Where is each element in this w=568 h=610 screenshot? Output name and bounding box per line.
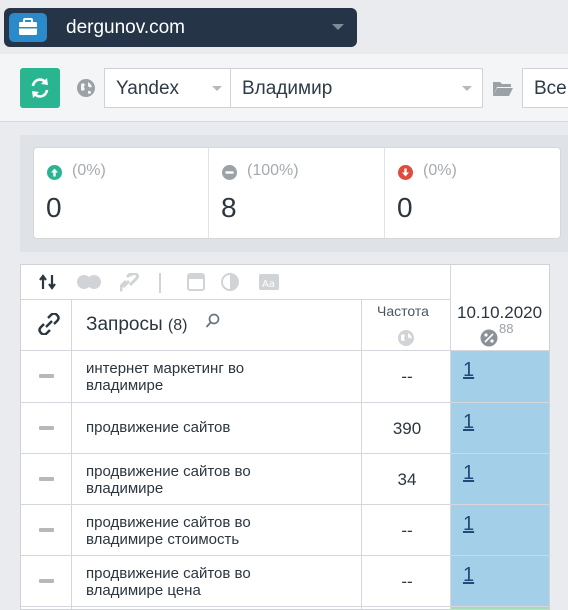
search-engine-value: Yandex — [116, 78, 180, 99]
globe-icon — [76, 78, 96, 103]
frequency-cell: 390 — [392, 419, 422, 438]
percent-icon — [480, 329, 498, 352]
keyword-line: продвижение сайтов во — [86, 565, 251, 582]
contrast-icon[interactable] — [221, 273, 239, 296]
svg-text:Aa: Aa — [262, 279, 275, 290]
date-column-header[interactable]: 10.10.2020 — [457, 303, 542, 323]
keyword-line: продвижение сайтов во — [86, 514, 251, 531]
arrow-up-icon — [47, 165, 62, 185]
sort-icon[interactable] — [39, 274, 57, 295]
frequency-cell: 34 — [397, 470, 417, 489]
search-icon[interactable] — [205, 313, 221, 334]
position-link[interactable]: 1 — [463, 462, 474, 485]
keyword-line: интернет маркетинг во — [86, 360, 245, 377]
refresh-icon — [31, 78, 49, 98]
refresh-button[interactable] — [20, 68, 60, 108]
stat-up: (0%) 0 — [34, 148, 209, 238]
keyword-line: владимире — [86, 377, 164, 394]
stats-card: (0%) 0 (100%) 8 (0%) 0 — [33, 147, 561, 239]
region-select[interactable]: Владимир — [230, 68, 483, 108]
keyword-cell: продвижение сайтов — [86, 419, 271, 436]
link-icon[interactable] — [119, 271, 142, 298]
link-icon[interactable] — [38, 312, 60, 341]
keyword-line: владимире цена — [86, 582, 201, 599]
position-link[interactable]: 1 — [463, 411, 474, 434]
text-size-icon[interactable]: Aa — [258, 273, 280, 296]
stats-panel: (0%) 0 (100%) 8 (0%) 0 — [20, 135, 568, 252]
stat-value: 0 — [46, 192, 62, 223]
toolbar: Yandex Владимир Все — [0, 54, 568, 122]
chevron-down-icon — [462, 86, 472, 91]
project-selector[interactable]: dergunov.com — [4, 8, 357, 47]
table-row[interactable]: продвижение сайтов во владимире цена -- … — [21, 556, 549, 607]
chevron-down-icon[interactable] — [332, 24, 344, 30]
keyword-line: владимире стоимость — [86, 531, 240, 548]
stat-value: 0 — [397, 192, 413, 223]
chevron-down-icon — [212, 86, 222, 91]
keyword-cell: интернет маркетинг во владимире — [86, 360, 271, 394]
stat-percent: (100%) — [247, 162, 299, 179]
stat-value: 8 — [221, 192, 237, 223]
table-tools: Aa — [21, 265, 451, 299]
arrow-down-icon — [398, 165, 413, 185]
frequency-header[interactable]: Частота — [377, 303, 429, 319]
no-change-icon — [39, 374, 54, 378]
frequency-cell: -- — [401, 572, 413, 591]
table-icon[interactable] — [187, 273, 205, 296]
queries-count: (8) — [167, 317, 188, 334]
keyword-cell: продвижение сайтов во владимире цена — [86, 565, 271, 599]
minus-icon — [222, 165, 237, 185]
table-row[interactable]: продвижение сайтов во владимире стоимост… — [21, 505, 549, 556]
region-value: Владимир — [242, 78, 333, 99]
position-link[interactable]: 1 — [463, 359, 474, 382]
globe-icon — [397, 329, 415, 352]
stat-down: (0%) 0 — [385, 148, 561, 238]
date-sub-value: 88 — [499, 321, 514, 336]
queries-label: Запросы — [86, 314, 163, 335]
search-engine-select[interactable]: Yandex — [104, 68, 231, 108]
stat-percent: (0%) — [72, 162, 106, 179]
top-bar: dergunov.com — [0, 0, 568, 54]
position-link[interactable]: 1 — [463, 564, 474, 587]
stat-percent: (0%) — [423, 162, 457, 179]
table-row[interactable]: продвижение сайтов во владимире 34 1 — [21, 454, 549, 505]
positions-table: Aa Запросы (8) Частота 10.10.2020 88 инт… — [20, 264, 550, 610]
table-row[interactable]: интернет маркетинг во владимире -- 1 — [21, 351, 549, 402]
toolbar-divider — [159, 273, 161, 293]
group-select[interactable]: Все — [522, 68, 568, 108]
no-change-icon — [39, 528, 54, 532]
no-change-icon — [39, 426, 54, 430]
position-link[interactable]: 1 — [463, 513, 474, 536]
stat-same: (100%) 8 — [209, 148, 385, 238]
table-row[interactable]: продвижение сайтов 390 1 — [21, 403, 549, 454]
keyword-cell: продвижение сайтов во владимире стоимост… — [86, 514, 271, 548]
keyword-line: продвижение сайтов — [86, 419, 231, 436]
keyword-line: продвижение сайтов во — [86, 463, 251, 480]
frequency-cell: -- — [401, 521, 413, 540]
toggle-icon[interactable] — [76, 274, 104, 295]
no-change-icon — [39, 477, 54, 481]
frequency-cell: -- — [401, 367, 413, 386]
no-change-icon — [39, 579, 54, 583]
keyword-cell: продвижение сайтов во владимире — [86, 463, 271, 497]
queries-header[interactable]: Запросы (8) — [86, 314, 187, 336]
folder-icon — [492, 80, 514, 102]
project-name: dergunov.com — [66, 17, 185, 38]
briefcase-icon — [9, 13, 47, 42]
group-value: Все — [534, 78, 567, 99]
keyword-line: владимире — [86, 480, 164, 497]
